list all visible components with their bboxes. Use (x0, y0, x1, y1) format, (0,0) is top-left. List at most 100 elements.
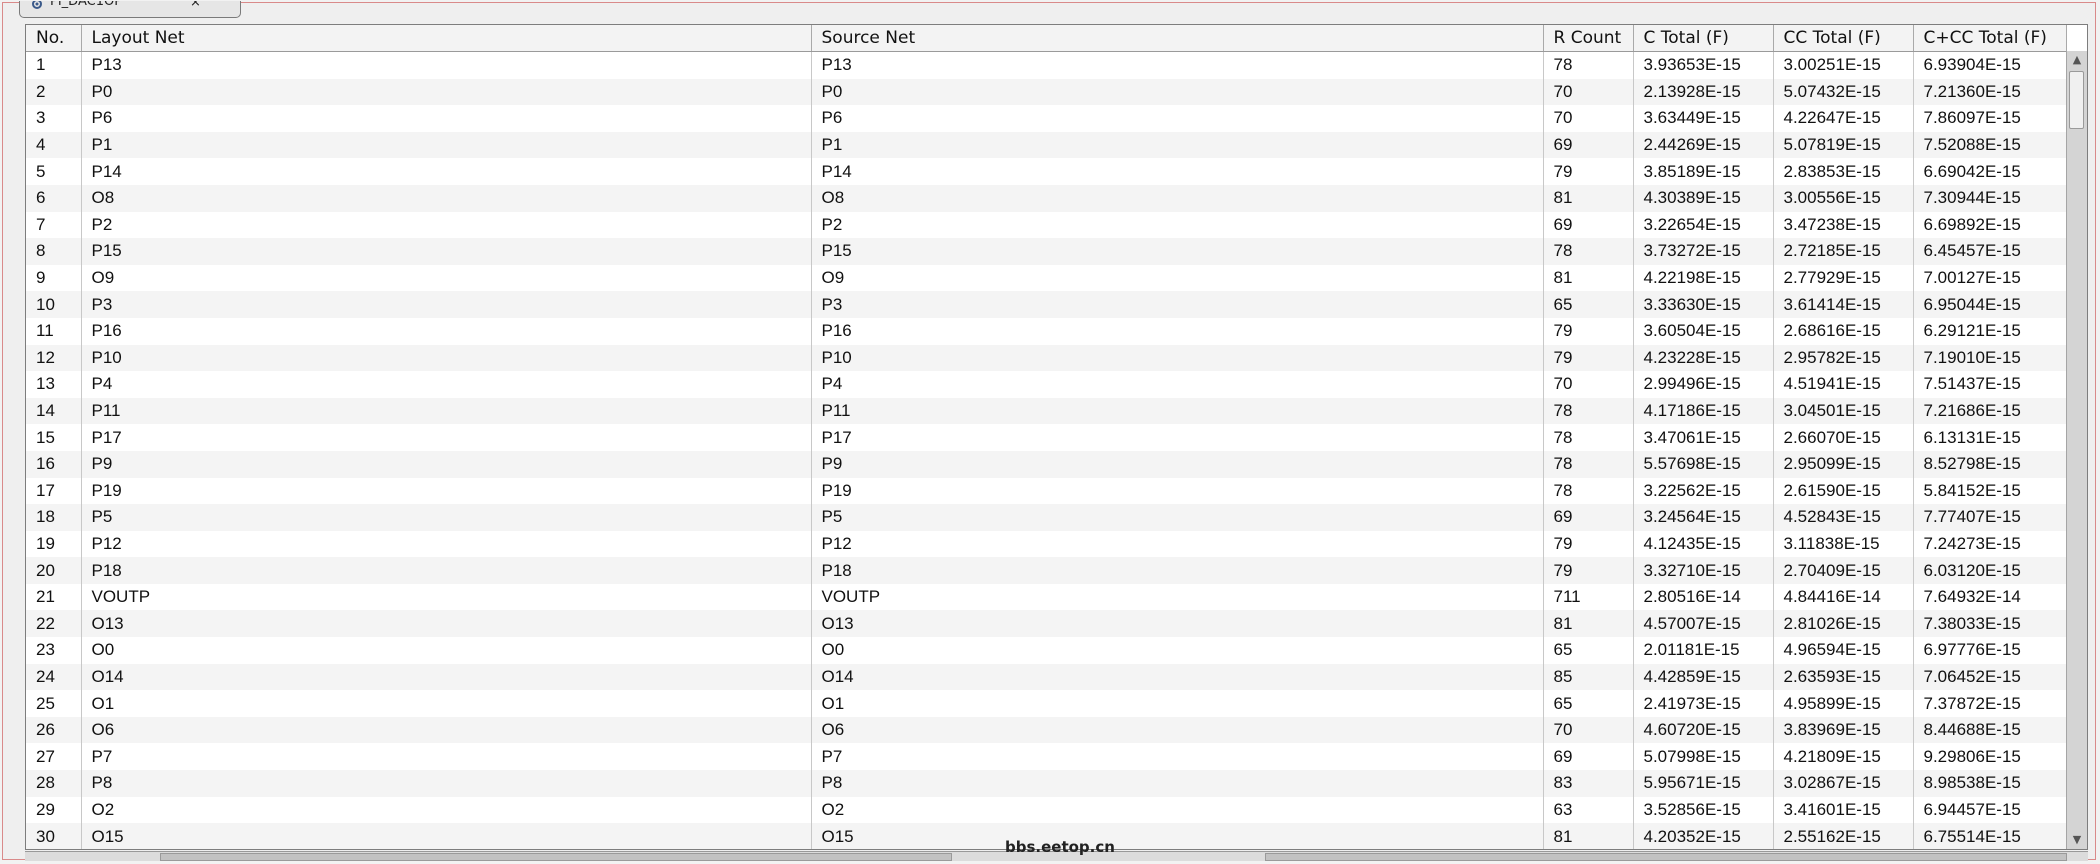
col-c-cc-total-cell: 7.21686E-15 (1913, 397, 2067, 425)
table-row[interactable]: 20 P18 P18 79 3.32710E-15 2.70409E-15 6.03120E… (26, 557, 2067, 584)
table-row[interactable]: 18 P5 P5 69 3.24564E-15 4.52843E-15 7.77407E-1… (26, 504, 2067, 531)
col-c-total-cell: 3.93653E-15 (1633, 51, 1774, 79)
col-r-count-header[interactable]: R Count (1543, 25, 1634, 52)
table-row[interactable]: 25 O1 O1 65 2.41973E-15 4.95899E-15 7.37872E-1… (26, 690, 2067, 717)
col-c-total-header[interactable]: C Total (F) (1633, 25, 1774, 52)
col-source-net-header[interactable]: Source Net (811, 25, 1544, 52)
table-row[interactable]: 14 P11 P11 78 4.17186E-15 3.04501E-15 7.21686E… (26, 397, 2067, 425)
col-source-net-cell: P12 (811, 530, 1544, 558)
col-layout-net-cell: O1 (81, 690, 812, 717)
vertical-scrollbar[interactable]: ▲ ▼ (2066, 51, 2087, 849)
col-c-total-cell: 3.85189E-15 (1633, 158, 1774, 185)
close-icon[interactable]: × (190, 1, 201, 10)
col-r-count-cell: 69 (1543, 131, 1634, 159)
col-c-total-cell: 2.01181E-15 (1633, 637, 1774, 664)
table-row[interactable]: 19 P12 P12 79 4.12435E-15 3.11838E-15 7.24273E… (26, 530, 2067, 558)
col-c-cc-total-cell: 8.98538E-15 (1913, 770, 2067, 797)
col-cc-total-header[interactable]: CC Total (F) (1773, 25, 1914, 52)
col-c-cc-total-cell: 6.69892E-15 (1913, 211, 2067, 239)
col-c-cc-total-cell: 7.19010E-15 (1913, 344, 2067, 372)
horizontal-scrollbar-thumb[interactable] (160, 853, 952, 861)
col-layout-net-cell: P2 (81, 211, 812, 239)
table-row[interactable]: 1 P13 P13 78 3.93653E-15 3.00251E-15 6.93904E-… (26, 51, 2067, 79)
col-r-count-cell: 69 (1543, 743, 1634, 771)
col-cc-total-cell: 4.84416E-14 (1773, 583, 1914, 611)
col-c-cc-total-cell: 7.77407E-15 (1913, 504, 2067, 531)
col-source-net-cell: O6 (811, 716, 1544, 744)
col-c-cc-total-header[interactable]: C+CC Total (F) (1913, 25, 2067, 52)
table-row[interactable]: 7 P2 P2 69 3.22654E-15 3.47238E-15 6.69892E-15 (26, 211, 2067, 239)
col-c-total-cell: 3.33630E-15 (1633, 291, 1774, 318)
table-row[interactable]: 12 P10 P10 79 4.23228E-15 2.95782E-15 7.19010E… (26, 344, 2067, 372)
table-row[interactable]: 8 P15 P15 78 3.73272E-15 2.72185E-15 6.45457E-… (26, 238, 2067, 265)
col-r-count-cell: 63 (1543, 796, 1634, 824)
result-tab[interactable]: PI_DAC1OP × (19, 1, 241, 18)
col-c-cc-total-cell: 7.51437E-15 (1913, 371, 2067, 398)
table-row[interactable]: 10 P3 P3 65 3.33630E-15 3.61414E-15 6.95044E-1… (26, 291, 2067, 318)
col-layout-net-cell: O15 (81, 823, 812, 849)
table-row[interactable]: 22 O13 O13 81 4.57007E-15 2.81026E-15 7.38033E… (26, 610, 2067, 638)
table-row[interactable]: 9 O9 O9 81 4.22198E-15 2.77929E-15 7.00127E-15 (26, 264, 2067, 292)
col-c-total-cell: 4.22198E-15 (1633, 264, 1774, 292)
table-row[interactable]: 28 P8 P8 83 5.95671E-15 3.02867E-15 8.98538E-1… (26, 770, 2067, 797)
col-layout-net-cell: P8 (81, 770, 812, 797)
col-layout-net-header[interactable]: Layout Net (81, 25, 812, 52)
col-c-cc-total-cell: 6.97776E-15 (1913, 637, 2067, 664)
col-c-cc-total-cell: 7.30944E-15 (1913, 184, 2067, 212)
col-source-net-cell: P15 (811, 238, 1544, 265)
col-c-total-cell: 3.47061E-15 (1633, 424, 1774, 451)
col-r-count-cell: 70 (1543, 78, 1634, 106)
col-source-net-cell: O15 (811, 823, 1544, 849)
table-row[interactable]: 2 P0 P0 70 2.13928E-15 5.07432E-15 7.21360E-15 (26, 78, 2067, 106)
col-source-net-cell: P0 (811, 78, 1544, 106)
col-c-total-cell: 4.60720E-15 (1633, 716, 1774, 744)
table-row[interactable]: 23 O0 O0 65 2.01181E-15 4.96594E-15 6.97776E-1… (26, 637, 2067, 664)
col-cc-total-cell: 3.11838E-15 (1773, 530, 1914, 558)
horizontal-scrollbar-track-segment[interactable] (1265, 853, 2067, 861)
col-layout-net-cell: P16 (81, 317, 812, 345)
table-row[interactable]: 15 P17 P17 78 3.47061E-15 2.66070E-15 6.13131E… (26, 424, 2067, 451)
col-cc-total-cell: 4.96594E-15 (1773, 637, 1914, 664)
scrollbar-thumb[interactable] (2069, 71, 2084, 129)
col-r-count-cell: 81 (1543, 264, 1634, 292)
col-cc-total-cell: 3.00251E-15 (1773, 51, 1914, 79)
col-r-count-cell: 78 (1543, 450, 1634, 478)
col-c-cc-total-cell: 7.86097E-15 (1913, 105, 2067, 132)
table-row[interactable]: 6 O8 O8 81 4.30389E-15 3.00556E-15 7.30944E-15 (26, 184, 2067, 212)
col-source-net-cell: O9 (811, 264, 1544, 292)
table-row[interactable]: 11 P16 P16 79 3.60504E-15 2.68616E-15 6.29121E… (26, 317, 2067, 345)
col-layout-net-cell: O0 (81, 637, 812, 664)
scroll-up-icon[interactable]: ▲ (2070, 53, 2084, 67)
col-cc-total-cell: 2.77929E-15 (1773, 264, 1914, 292)
col-layout-net-cell: P14 (81, 158, 812, 185)
col-c-cc-total-cell: 6.95044E-15 (1913, 291, 2067, 318)
table-row[interactable]: 29 O2 O2 63 3.52856E-15 3.41601E-15 6.94457E-1… (26, 796, 2067, 824)
table-row[interactable]: 24 O14 O14 85 4.42859E-15 2.63593E-15 7.06452E… (26, 663, 2067, 691)
col-c-cc-total-cell: 7.38033E-15 (1913, 610, 2067, 638)
table-row[interactable]: 17 P19 P19 78 3.22562E-15 2.61590E-15 5.84152E… (26, 477, 2067, 505)
col-layout-net-cell: P5 (81, 504, 812, 531)
col-layout-net-cell: P3 (81, 291, 812, 318)
table-row[interactable]: 13 P4 P4 70 2.99496E-15 4.51941E-15 7.51437E-1… (26, 371, 2067, 398)
table-row[interactable]: 16 P9 P9 78 5.57698E-15 2.95099E-15 8.52798E-1… (26, 450, 2067, 478)
col-source-net-cell: P11 (811, 397, 1544, 425)
table-row[interactable]: 27 P7 P7 69 5.07998E-15 4.21809E-15 9.29806E-1… (26, 743, 2067, 771)
col-c-cc-total-cell: 7.52088E-15 (1913, 131, 2067, 159)
table-row[interactable]: 26 O6 O6 70 4.60720E-15 3.83969E-15 8.44688E-1… (26, 716, 2067, 744)
col-source-net-cell: P9 (811, 450, 1544, 478)
col-r-count-cell: 65 (1543, 690, 1634, 717)
col-c-cc-total-cell: 7.00127E-15 (1913, 264, 2067, 292)
col-no-cell: 15 (26, 424, 82, 451)
table-row[interactable]: 21 VOUTP VOUTP 711 2.80516E-14 4.84416E-14 7.6… (26, 583, 2067, 611)
scroll-down-icon[interactable]: ▼ (2070, 833, 2084, 847)
col-source-net-cell: P7 (811, 743, 1544, 771)
col-c-cc-total-cell: 9.29806E-15 (1913, 743, 2067, 771)
col-c-cc-total-cell: 8.44688E-15 (1913, 716, 2067, 744)
col-source-net-cell: VOUTP (811, 583, 1544, 611)
table-row[interactable]: 4 P1 P1 69 2.44269E-15 5.07819E-15 7.52088E-15 (26, 131, 2067, 159)
table-row[interactable]: 3 P6 P6 70 3.63449E-15 4.22647E-15 7.86097E-15 (26, 105, 2067, 132)
table-row[interactable]: 5 P14 P14 79 3.85189E-15 2.83853E-15 6.69042E-… (26, 158, 2067, 185)
col-cc-total-cell: 3.83969E-15 (1773, 716, 1914, 744)
col-no-header[interactable]: No. (26, 25, 82, 52)
col-c-total-cell: 3.22654E-15 (1633, 211, 1774, 239)
